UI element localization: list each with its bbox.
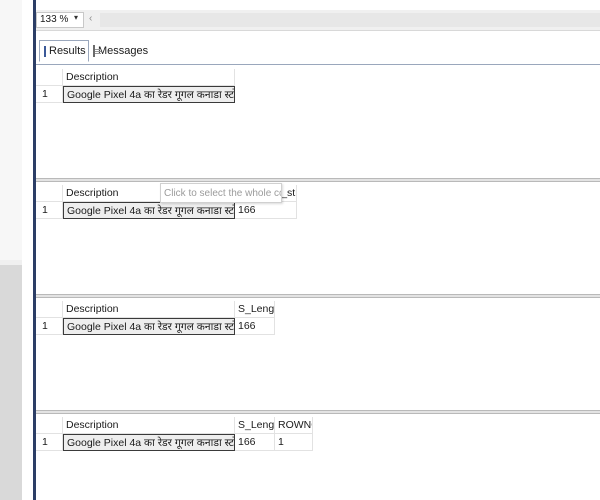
horizontal-scrollbar[interactable] [100,13,600,27]
tab-messages-label: Messages [98,45,149,57]
column-header-s-length[interactable]: S_Length [235,417,275,434]
cell-description[interactable]: Google Pixel 4a का रेडर गूगल कनाडा स्टोर… [63,318,235,335]
left-scrollbar-track[interactable] [0,0,22,260]
column-header-rowno[interactable]: ROWNO [275,417,313,434]
left-scrollbar[interactable] [0,0,22,500]
grid-corner[interactable] [36,301,63,318]
cell-description[interactable]: Google Pixel 4a का रेडर गूगल कनाडा स्टोर… [63,86,235,103]
result-grid-1: Description 1 Google Pixel 4a का रेडर गू… [36,66,600,178]
grid-corner[interactable] [36,69,63,86]
row-number[interactable]: 1 [36,434,63,451]
column-header-description[interactable]: Description [63,301,235,318]
messages-icon [93,45,101,57]
cell-description[interactable]: Google Pixel 4a का रेडर गूगल कनाडा स्टोर… [63,202,235,219]
result-grid-3: Description S_Length 1 Google Pixel 4a क… [36,298,600,410]
left-scrollbar-thumb[interactable] [0,265,22,500]
scroll-left-icon[interactable]: ‹ [89,13,92,24]
result-grid-2: Description length_of_string 1 Google Pi… [36,182,600,294]
tab-messages[interactable]: Messages [89,40,148,62]
tab-results-label: Results [49,45,86,57]
zoom-value: 133 % [40,14,69,25]
column-select-tooltip: Click to select the whole column [160,183,282,203]
result-grid-4: Description S_Length ROWNO 1 Google Pixe… [36,414,600,500]
row-number[interactable]: 1 [36,86,63,103]
column-header-description[interactable]: Description [63,69,235,86]
cell-rowno[interactable]: 1 [275,434,313,451]
result-tabs: Results Messages [36,40,600,65]
grid-corner[interactable] [36,185,63,202]
column-header-description[interactable]: Description [63,417,235,434]
row-number[interactable]: 1 [36,202,63,219]
zoom-dropdown[interactable]: 133 % ▾ [36,12,84,28]
cell-s-length[interactable]: 166 [235,318,275,335]
column-header-s-length[interactable]: S_Length [235,301,275,318]
chevron-down-icon[interactable]: ▾ [74,13,78,22]
cell-length-of-string[interactable]: 166 [235,202,297,219]
tab-results[interactable]: Results [39,40,89,62]
cell-description[interactable]: Google Pixel 4a का रेडर गूगल कनाडा स्टोर… [63,434,235,451]
cell-s-length[interactable]: 166 [235,434,275,451]
grid-icon [44,45,46,57]
row-number[interactable]: 1 [36,318,63,335]
grid-corner[interactable] [36,417,63,434]
